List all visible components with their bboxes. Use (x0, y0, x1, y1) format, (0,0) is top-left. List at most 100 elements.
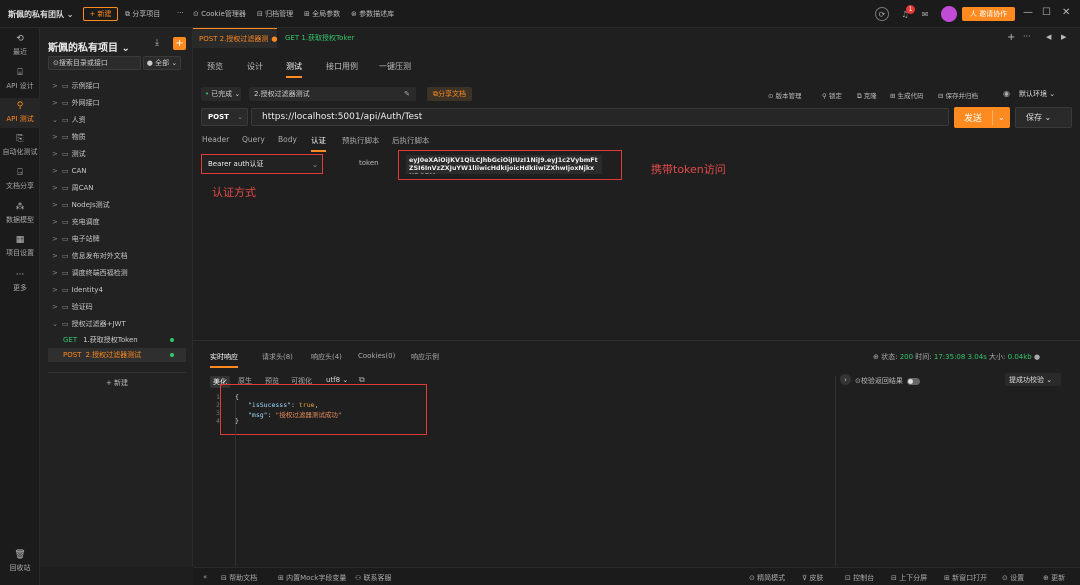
chevron-down-icon[interactable]: ⌄ (305, 154, 325, 174)
tree-folder[interactable]: > ▭ CAN (52, 165, 87, 177)
reqtab-header[interactable]: Header (202, 135, 229, 144)
message-icon[interactable]: ✉ (918, 7, 932, 21)
new-button[interactable]: + 新建 (83, 7, 118, 21)
compact-mode-button[interactable]: ⊙ 精简模式 (749, 573, 785, 583)
mock-fields-link[interactable]: ⊞ 内置Mock字段变量 (278, 573, 346, 583)
subtab-cases[interactable]: 接口用例 (326, 61, 358, 72)
clone-button[interactable]: ⧉ 克隆 (857, 90, 877, 101)
nav-trash[interactable]: 🗑 回收站 (0, 550, 40, 573)
expand-icon[interactable]: › (840, 374, 851, 385)
search-input[interactable]: ⊙搜索目录或接口 (48, 56, 141, 70)
tree-folder[interactable]: > ▭ 周CAN (52, 182, 94, 194)
lock-button[interactable]: ⚲ 锁定 (822, 90, 842, 100)
skin-button[interactable]: ⊽ 皮肤 (802, 573, 823, 583)
extract-check-select[interactable]: 提成功校验 ⌄ (1005, 373, 1061, 386)
import-icon[interactable]: ⤓ (155, 38, 159, 48)
nav-recent[interactable]: ⟲ 最近 (0, 34, 40, 57)
reqtab-auth[interactable]: 认证 (311, 135, 326, 152)
params-description-button[interactable]: ⊛ 参数描述库 (351, 9, 394, 19)
share-project-button[interactable]: ⧉ 分享项目 (125, 9, 160, 19)
save-button[interactable]: 保存 ⌄ (1015, 107, 1072, 128)
reqtab-post-script[interactable]: 后执行脚本 (392, 135, 430, 146)
nav-auto-test[interactable]: ⎘ 自动化测试 (0, 134, 40, 157)
subtab-stress[interactable]: 一键压测 (379, 61, 411, 72)
save-archive-button[interactable]: ⊟ 保存并归档 (938, 90, 978, 100)
tree-folder[interactable]: > ▭ 信息发布对外文档 (52, 250, 128, 262)
collapse-icon[interactable]: « (203, 573, 207, 581)
contact-support-link[interactable]: ⚇ 联系客服 (355, 573, 392, 583)
nav-more[interactable]: ··· 更多 (0, 270, 40, 293)
toggle-switch[interactable] (906, 377, 920, 385)
subtab-preview[interactable]: 预览 (207, 61, 223, 72)
tree-folder[interactable]: > ▭ NodeJs测试 (52, 199, 110, 211)
method-select[interactable]: POST ⌄ (201, 108, 248, 126)
team-switcher[interactable]: 斯佩的私有团队 ⌄ (8, 9, 74, 20)
minimize-icon[interactable]: — (1023, 7, 1033, 18)
reqtab-query[interactable]: Query (242, 135, 265, 144)
add-icon[interactable]: + (173, 37, 186, 50)
filter-select[interactable]: ● 全部 ⌄ (143, 56, 181, 70)
archive-manager-button[interactable]: ⊟ 归档管理 (257, 9, 293, 19)
settings-button[interactable]: ⊙ 设置 (1002, 573, 1024, 583)
refresh-icon[interactable]: ⟳ (875, 7, 889, 21)
tree-folder[interactable]: > ▭ 电子站牌 (52, 233, 100, 245)
send-button[interactable]: 发送 ⌄ (954, 107, 1010, 128)
global-params-button[interactable]: ⊞ 全局参数 (304, 9, 340, 19)
new-window-button[interactable]: ⊞ 新窗口打开 (944, 573, 987, 583)
tree-folder[interactable]: > ▭ 调度终端西福检测 (52, 267, 128, 279)
url-input[interactable]: https://localhost:5001/api/Auth/Test (251, 108, 949, 126)
reqtab-body[interactable]: Body (278, 135, 297, 144)
invite-button[interactable]: ⼈ 邀请协作 (962, 7, 1015, 21)
help-docs-link[interactable]: ⊟ 帮助文档 (221, 573, 257, 583)
tree-folder[interactable]: > ▭ 示例接口 (52, 80, 100, 92)
tree-folder[interactable]: > ▭ 物质 (52, 131, 86, 143)
nav-api-test[interactable]: ⚲ API 测试 (0, 98, 40, 128)
resptab-live[interactable]: 实时响应 (210, 352, 238, 368)
tab-menu-icon[interactable]: ··· (1023, 32, 1031, 41)
encoding-select[interactable]: utf8 ⌄ (326, 376, 348, 384)
maximize-icon[interactable]: ☐ (1042, 7, 1051, 18)
api-item-auth-test[interactable]: POST 2.授权过滤器测试 (48, 348, 186, 362)
reqtab-pre-script[interactable]: 预执行脚本 (342, 135, 380, 146)
tree-folder[interactable]: > ▭ 测试 (52, 148, 86, 160)
project-title[interactable]: 斯佩的私有项目 ⌄ (48, 39, 130, 54)
tree-folder[interactable]: ⌄ ▭ 人资 (52, 114, 86, 126)
nav-doc-share[interactable]: ⍈ 文档分享 (0, 168, 40, 191)
tree-folder[interactable]: > ▭ Identity4 (52, 284, 103, 296)
nav-api-design[interactable]: ⌸ API 设计 (0, 68, 40, 91)
update-button[interactable]: ⊕ 更新 (1043, 573, 1065, 583)
resptab-examples[interactable]: 响应示例 (411, 352, 439, 362)
tree-folder[interactable]: > ▭ 充电调度 (52, 216, 100, 228)
tab-post-auth-test[interactable]: POST 2.授权过滤器测 ● (193, 28, 277, 48)
tree-folder[interactable]: > ▭ 验证码 (52, 301, 93, 313)
nav-project-settings[interactable]: ▦ 项目设置 (0, 235, 40, 258)
token-input[interactable]: eyJ0eXAiOiJKV1QiLCJhbGciOiJIUzI1NiJ9.eyJ… (406, 155, 602, 174)
avatar[interactable] (941, 6, 957, 22)
chevron-down-icon[interactable]: ⌄ (998, 113, 1005, 122)
resptab-resp-headers[interactable]: 响应头(4) (311, 352, 342, 362)
api-name-field[interactable]: 2.授权过滤器测试 ✎ (249, 87, 416, 101)
tab-get-token[interactable]: GET 1.获取授权Toker (279, 28, 361, 48)
resptab-req-headers[interactable]: 请求头(8) (262, 352, 293, 362)
check-result-toggle[interactable]: ⊙ 校验返回结果 (855, 376, 920, 386)
info-icon[interactable]: ● (1034, 353, 1040, 361)
share-doc-button[interactable]: ⧉分享文档 (427, 87, 472, 101)
generate-code-button[interactable]: ⊞ 生成代码 (890, 90, 924, 100)
tab-prev-icon[interactable]: ◀ (1046, 33, 1051, 41)
edit-icon[interactable]: ✎ (404, 90, 410, 98)
subtab-design[interactable]: 设计 (247, 61, 263, 72)
nav-data-model[interactable]: ⁂ 数据模型 (0, 202, 40, 225)
cookie-manager-button[interactable]: ⊙ Cookie管理器 (193, 9, 246, 19)
api-item-get-token[interactable]: GET 1.获取授权Token (48, 333, 186, 347)
tree-folder[interactable]: > ▭ 外网接口 (52, 97, 100, 109)
split-screen-button[interactable]: ⊟ 上下分屏 (891, 573, 927, 583)
subtab-test[interactable]: 测试 (286, 61, 302, 78)
new-tab-icon[interactable]: + (1007, 32, 1015, 43)
status-select[interactable]: • 已完成 ⌄ (201, 87, 241, 101)
tab-next-icon[interactable]: ▶ (1061, 33, 1066, 41)
eye-icon[interactable]: ◉ (1003, 89, 1010, 98)
environment-select[interactable]: 默认环境 ⌄ (1019, 87, 1074, 101)
resptab-cookies[interactable]: Cookies(0) (358, 352, 395, 360)
version-manage-button[interactable]: ⊙ 版本管理 (768, 90, 802, 100)
close-icon[interactable]: ✕ (1062, 7, 1070, 18)
